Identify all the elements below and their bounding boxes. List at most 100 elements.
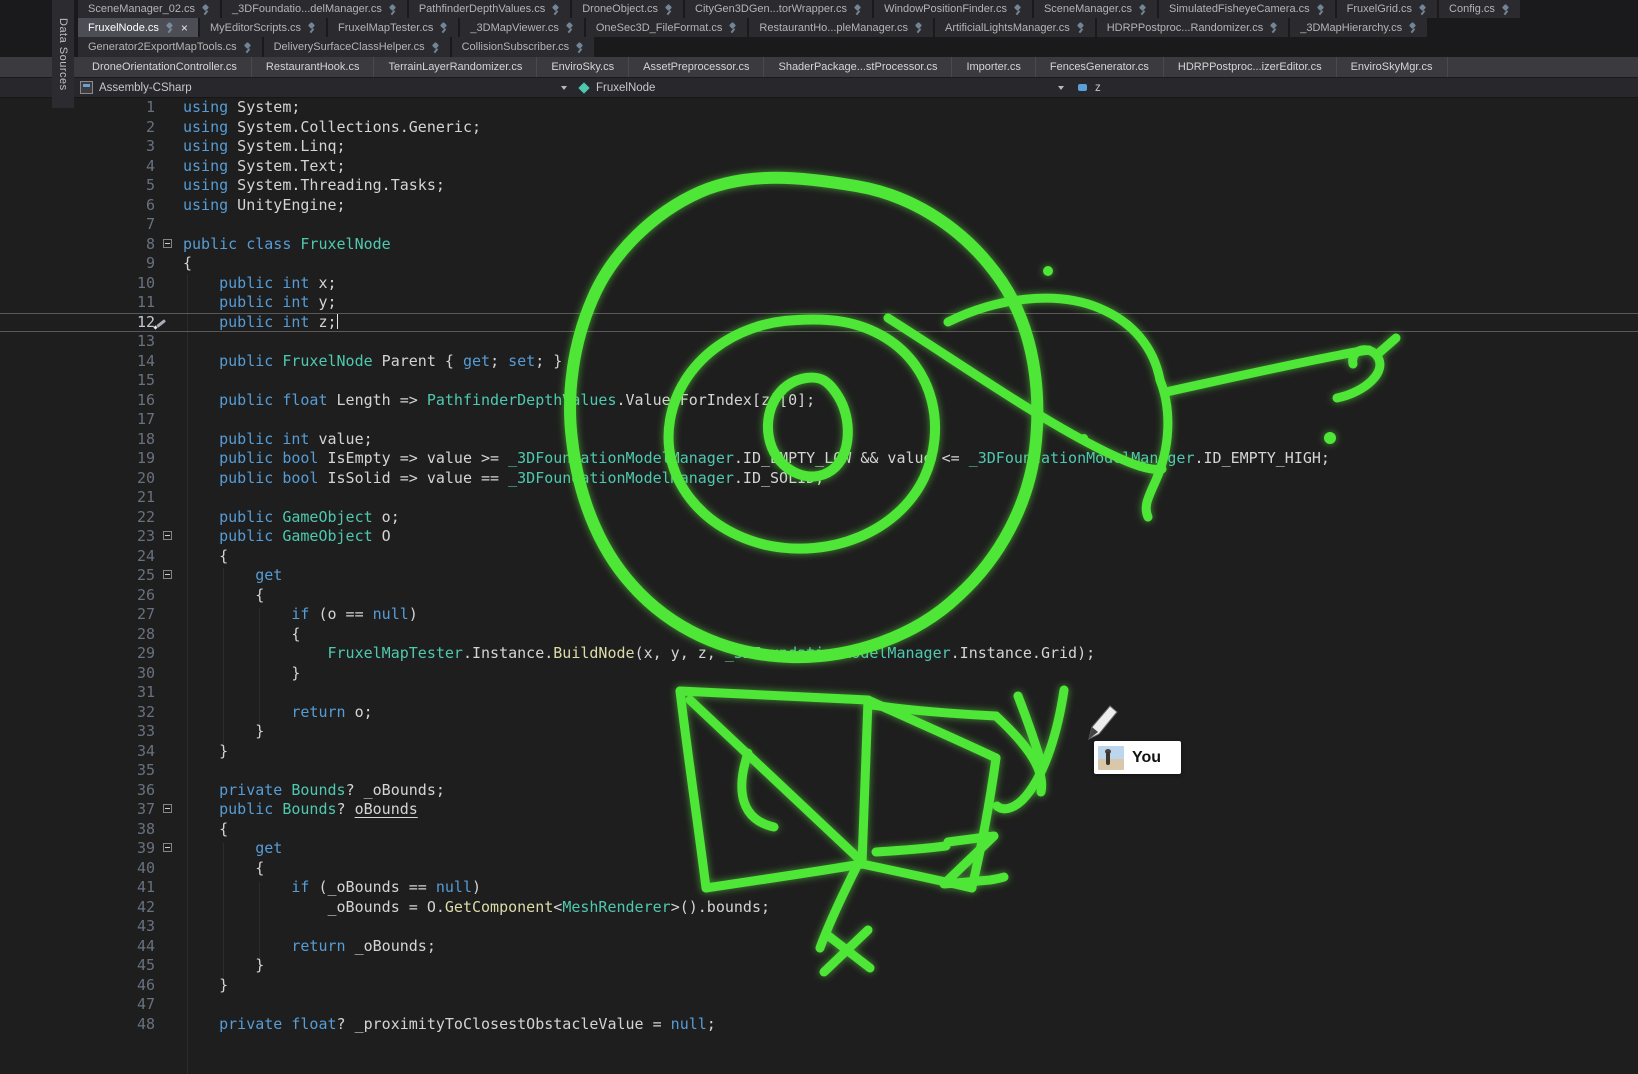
file-tab--3dmaphierarchy-cs[interactable]: _3DMapHierarchy.cs [1290, 18, 1427, 37]
pin-icon[interactable] [727, 22, 737, 33]
code-line-31[interactable]: 31 [0, 683, 1638, 703]
code-line-43[interactable]: 43 [0, 917, 1638, 937]
file-tab-restauranthook-cs[interactable]: RestaurantHook.cs [252, 57, 375, 77]
file-tab-citygen3dgen-torwrapper-cs[interactable]: CityGen3DGen...torWrapper.cs [685, 0, 872, 18]
file-tab-envirosky-cs[interactable]: EnviroSky.cs [537, 57, 629, 77]
code-line-14[interactable]: 14 public FruxelNode Parent { get; set; … [0, 352, 1638, 372]
code-line-13[interactable]: 13 [0, 332, 1638, 352]
code-line-47[interactable]: 47 [0, 995, 1638, 1015]
code-line-15[interactable]: 15 [0, 371, 1638, 391]
file-tab-onesec3d-fileformat-cs[interactable]: OneSec3D_FileFormat.cs [586, 18, 748, 37]
pin-icon[interactable] [242, 42, 252, 53]
code-line-30[interactable]: 30 } [0, 664, 1638, 684]
code-line-11[interactable]: 11 public int y; [0, 293, 1638, 313]
pin-icon[interactable] [852, 4, 862, 15]
pin-icon[interactable] [164, 22, 174, 33]
code-line-48[interactable]: 48 private float? _proximityToClosestObs… [0, 1015, 1638, 1035]
breadcrumb-type-dropdown[interactable]: FruxelNode [577, 78, 1074, 97]
code-line-12[interactable]: 12 public int z; [0, 313, 1638, 333]
pin-icon[interactable] [913, 22, 923, 33]
code-line-28[interactable]: 28 { [0, 625, 1638, 645]
fold-toggle-icon[interactable] [155, 235, 183, 255]
file-tab-windowpositionfinder-cs[interactable]: WindowPositionFinder.cs [874, 0, 1032, 18]
data-sources-tab[interactable]: Data Sources [52, 0, 74, 108]
breadcrumb-project-dropdown[interactable]: Assembly-CSharp [80, 78, 577, 97]
code-line-29[interactable]: 29 FruxelMapTester.Instance.BuildNode(x,… [0, 644, 1638, 664]
code-line-1[interactable]: 1using System; [0, 98, 1638, 118]
code-line-46[interactable]: 46 } [0, 976, 1638, 996]
file-tab--3dfoundatio-delmanager-cs[interactable]: _3DFoundatio...delManager.cs [222, 0, 407, 18]
pin-icon[interactable] [430, 42, 440, 53]
file-tab-shaderpackage-stprocessor-cs[interactable]: ShaderPackage...stProcessor.cs [764, 57, 952, 77]
file-tab-hdrppostproc-izereditor-cs[interactable]: HDRPPostproc...izerEditor.cs [1164, 57, 1337, 77]
code-line-38[interactable]: 38 { [0, 820, 1638, 840]
code-line-3[interactable]: 3using System.Linq; [0, 137, 1638, 157]
code-line-19[interactable]: 19 public bool IsEmpty => value >= _3DFo… [0, 449, 1638, 469]
code-line-27[interactable]: 27 if (o == null) [0, 605, 1638, 625]
code-line-8[interactable]: 8public class FruxelNode [0, 235, 1638, 255]
code-line-40[interactable]: 40 { [0, 859, 1638, 879]
pin-icon[interactable] [1137, 4, 1147, 15]
pin-icon[interactable] [438, 22, 448, 33]
pin-icon[interactable] [387, 4, 397, 15]
fold-toggle-icon[interactable] [155, 566, 183, 586]
file-tab-generator2exportmaptools-cs[interactable]: Generator2ExportMapTools.cs [78, 37, 262, 57]
file-tab-collisionsubscriber-cs[interactable]: CollisionSubscriber.cs [452, 37, 595, 57]
code-line-22[interactable]: 22 public GameObject o; [0, 508, 1638, 528]
file-tab-hdrppostproc-randomizer-cs[interactable]: HDRPPostproc...Randomizer.cs [1097, 18, 1289, 37]
pin-icon[interactable] [550, 4, 560, 15]
code-line-42[interactable]: 42 _oBounds = O.GetComponent<MeshRendere… [0, 898, 1638, 918]
file-tab-fencesgenerator-cs[interactable]: FencesGenerator.cs [1036, 57, 1164, 77]
code-line-20[interactable]: 20 public bool IsSolid => value == _3DFo… [0, 469, 1638, 489]
file-tab-deliverysurfaceclasshelper-cs[interactable]: DeliverySurfaceClassHelper.cs [264, 37, 450, 57]
file-tab-artificiallightsmanager-cs[interactable]: ArtificialLightsManager.cs [935, 18, 1095, 37]
file-tab-restaurantho-plemanager-cs[interactable]: RestaurantHo...pleManager.cs [749, 18, 933, 37]
file-tab-fruxelmaptester-cs[interactable]: FruxelMapTester.cs [328, 18, 458, 37]
code-line-23[interactable]: 23 public GameObject O [0, 527, 1638, 547]
code-line-39[interactable]: 39 get [0, 839, 1638, 859]
pin-icon[interactable] [1407, 22, 1417, 33]
pin-icon[interactable] [1500, 4, 1510, 15]
file-tab-scenemanager-02-cs[interactable]: SceneManager_02.cs [78, 0, 220, 18]
code-line-5[interactable]: 5using System.Threading.Tasks; [0, 176, 1638, 196]
code-line-26[interactable]: 26 { [0, 586, 1638, 606]
file-tab-droneobject-cs[interactable]: DroneObject.cs [572, 0, 683, 18]
pin-icon[interactable] [1417, 4, 1427, 15]
close-icon[interactable]: × [181, 22, 188, 34]
code-line-6[interactable]: 6using UnityEngine; [0, 196, 1638, 216]
file-tab-enviroskymgr-cs[interactable]: EnviroSkyMgr.cs [1337, 57, 1448, 77]
code-line-24[interactable]: 24 { [0, 547, 1638, 567]
code-line-21[interactable]: 21 [0, 488, 1638, 508]
pin-icon[interactable] [1012, 4, 1022, 15]
chevron-down-icon[interactable] [1058, 86, 1064, 90]
code-line-7[interactable]: 7 [0, 215, 1638, 235]
file-tab-pathfinderdepthvalues-cs[interactable]: PathfinderDepthValues.cs [409, 0, 570, 18]
pin-icon[interactable] [564, 22, 574, 33]
file-tab-fruxelnode-cs[interactable]: FruxelNode.cs× [78, 18, 198, 37]
file-tab-fruxelgrid-cs[interactable]: FruxelGrid.cs [1337, 0, 1437, 18]
chevron-down-icon[interactable] [561, 86, 567, 90]
pin-icon[interactable] [1315, 4, 1325, 15]
pin-icon[interactable] [306, 22, 316, 33]
fold-toggle-icon[interactable] [155, 839, 183, 859]
file-tab-importer-cs[interactable]: Importer.cs [952, 57, 1035, 77]
code-line-41[interactable]: 41 if (_oBounds == null) [0, 878, 1638, 898]
file-tab-assetpreprocessor-cs[interactable]: AssetPreprocessor.cs [629, 57, 764, 77]
file-tab--3dmapviewer-cs[interactable]: _3DMapViewer.cs [460, 18, 583, 37]
code-line-10[interactable]: 10 public int x; [0, 274, 1638, 294]
fold-toggle-icon[interactable] [155, 800, 183, 820]
pin-icon[interactable] [663, 4, 673, 15]
pin-icon[interactable] [574, 42, 584, 53]
code-line-35[interactable]: 35 [0, 761, 1638, 781]
code-line-45[interactable]: 45 } [0, 956, 1638, 976]
file-tab-config-cs[interactable]: Config.cs [1439, 0, 1520, 18]
code-line-25[interactable]: 25 get [0, 566, 1638, 586]
file-tab-droneorientationcontroller-cs[interactable]: DroneOrientationController.cs [78, 57, 252, 77]
code-line-36[interactable]: 36 private Bounds? _oBounds; [0, 781, 1638, 801]
file-tab-myeditorscripts-cs[interactable]: MyEditorScripts.cs [200, 18, 326, 37]
code-line-18[interactable]: 18 public int value; [0, 430, 1638, 450]
code-line-17[interactable]: 17 [0, 410, 1638, 430]
code-line-4[interactable]: 4using System.Text; [0, 157, 1638, 177]
code-line-9[interactable]: 9{ [0, 254, 1638, 274]
code-line-34[interactable]: 34 } [0, 742, 1638, 762]
